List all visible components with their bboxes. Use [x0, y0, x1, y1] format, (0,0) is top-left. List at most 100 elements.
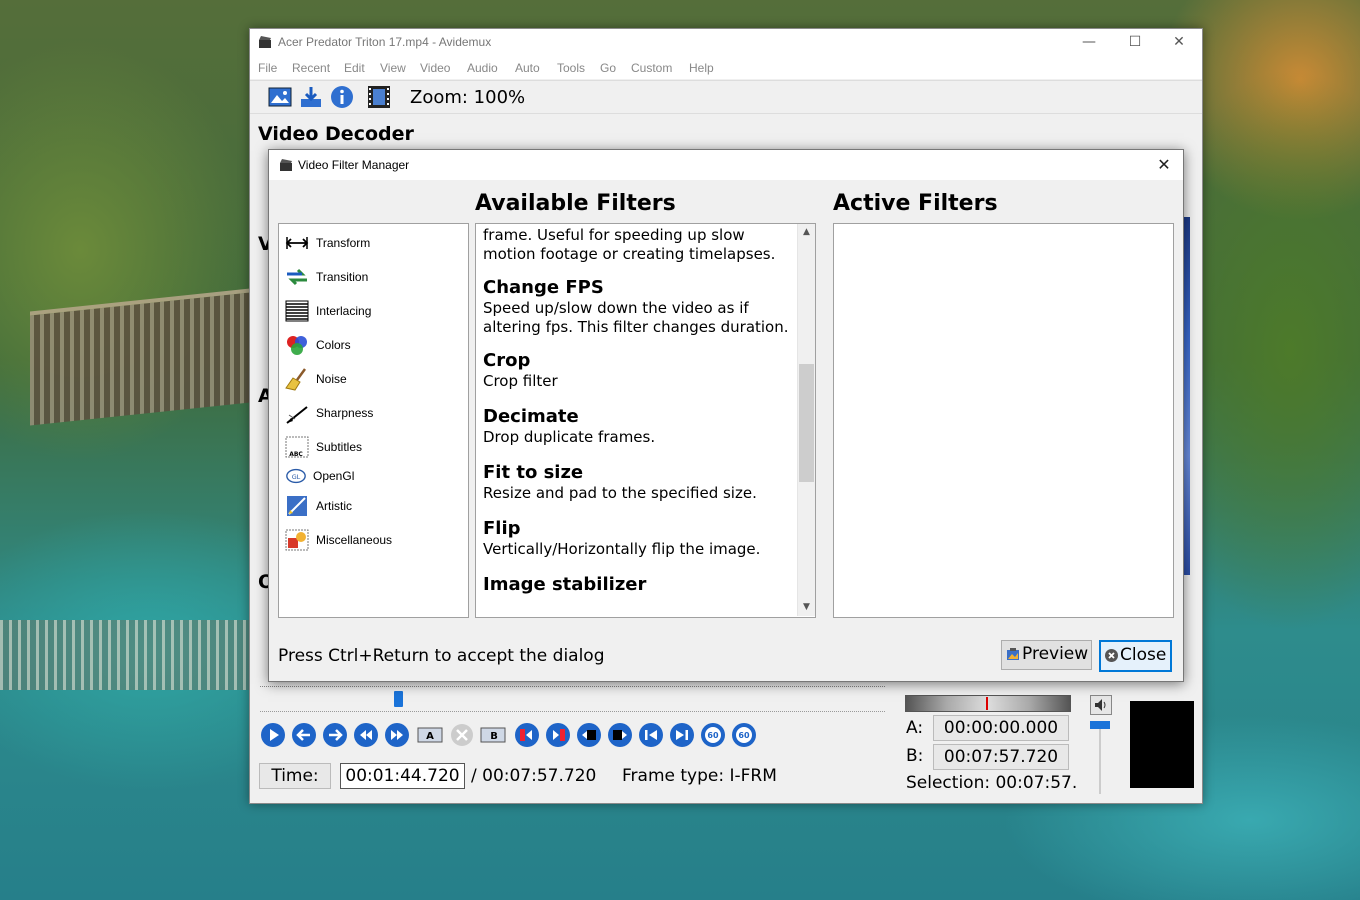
category-transition[interactable]: Transition — [285, 263, 465, 291]
filter-item-crop[interactable]: Crop Crop filter — [476, 350, 796, 391]
info-icon[interactable] — [330, 85, 354, 109]
close-circle-icon — [1105, 648, 1118, 662]
preview-button-label: Preview — [1022, 644, 1089, 664]
volume-slider-handle[interactable] — [1090, 721, 1110, 729]
goto-last-frame-icon[interactable] — [669, 722, 695, 748]
category-label: Artistic — [316, 499, 352, 513]
category-artistic[interactable]: Artistic — [285, 492, 465, 520]
filter-description: Speed up/slow down the video as if alter… — [483, 299, 789, 336]
category-label: Colors — [316, 338, 351, 352]
forward-60-seconds-icon[interactable]: 60 — [731, 722, 757, 748]
next-black-frame-icon[interactable] — [607, 722, 633, 748]
close-dialog-button[interactable]: Close — [1099, 640, 1172, 672]
open-image-icon[interactable] — [268, 85, 292, 109]
previous-frame-icon[interactable] — [291, 722, 317, 748]
next-keyframe-icon[interactable] — [384, 722, 410, 748]
previous-black-frame-icon[interactable] — [576, 722, 602, 748]
menu-bar: File Recent Edit View Video Audio Auto T… — [250, 57, 1202, 79]
clear-markers-icon[interactable] — [449, 722, 475, 748]
active-filters-list[interactable] — [833, 223, 1174, 618]
subtitles-icon: ABC — [285, 436, 309, 458]
volume-slider-track[interactable] — [1099, 729, 1101, 794]
menu-edit[interactable]: Edit — [344, 61, 365, 75]
goto-first-frame-icon[interactable] — [638, 722, 664, 748]
menu-help[interactable]: Help — [689, 61, 714, 75]
preview-button[interactable]: Preview — [1001, 640, 1092, 670]
mini-preview — [1130, 701, 1194, 788]
menu-auto[interactable]: Auto — [515, 61, 540, 75]
menu-video[interactable]: Video — [420, 61, 450, 75]
filter-item-flip[interactable]: Flip Vertically/Horizontally flip the im… — [476, 518, 796, 559]
filter-item-partial[interactable]: frame. Useful for speeding up slow motio… — [476, 224, 796, 264]
video-decoder-heading: Video Decoder — [258, 123, 414, 145]
video-filter-manager-dialog: Video Filter Manager ✕ Available Filters… — [268, 149, 1184, 682]
maximize-button[interactable]: ☐ — [1112, 29, 1158, 57]
available-filters-scroll-area: frame. Useful for speeding up slow motio… — [476, 224, 796, 616]
goto-marker-b-icon[interactable] — [545, 722, 571, 748]
filter-description: Resize and pad to the specified size. — [483, 484, 757, 502]
menu-tools[interactable]: Tools — [557, 61, 585, 75]
category-label: Sharpness — [316, 406, 374, 420]
menu-custom[interactable]: Custom — [631, 61, 672, 75]
previous-keyframe-icon[interactable] — [353, 722, 379, 748]
save-icon[interactable] — [299, 85, 323, 109]
speaker-icon[interactable] — [1090, 695, 1112, 715]
preview-icon — [1007, 648, 1019, 660]
category-label: Transition — [316, 270, 369, 284]
category-subtitles[interactable]: ABC Subtitles — [285, 433, 465, 461]
background-fence — [0, 620, 250, 690]
toolbar: Zoom: 100% — [250, 80, 1202, 114]
filter-name: Decimate — [483, 406, 579, 427]
filter-item-image-stabilizer[interactable]: Image stabilizer — [476, 574, 796, 596]
noise-icon — [285, 368, 307, 391]
seek-slider-handle[interactable] — [393, 691, 403, 707]
menu-recent[interactable]: Recent — [292, 61, 330, 75]
next-frame-icon[interactable] — [322, 722, 348, 748]
svg-text:60: 60 — [738, 731, 750, 740]
category-colors[interactable]: Colors — [285, 331, 465, 359]
available-filters-list: frame. Useful for speeding up slow motio… — [475, 223, 816, 618]
minimize-button[interactable]: — — [1066, 29, 1112, 57]
close-window-button[interactable]: ✕ — [1156, 29, 1202, 57]
filter-name: Change FPS — [483, 277, 604, 298]
play-icon[interactable] — [260, 722, 286, 748]
category-label: OpenGl — [313, 469, 355, 483]
available-filters-scrollbar[interactable]: ▲ ▼ — [797, 224, 815, 616]
scroll-up-icon[interactable]: ▲ — [798, 224, 815, 241]
category-noise[interactable]: Noise — [285, 365, 465, 393]
menu-file[interactable]: File — [258, 61, 277, 75]
category-miscellaneous[interactable]: Miscellaneous — [285, 526, 465, 554]
menu-audio[interactable]: Audio — [467, 61, 498, 75]
seek-track[interactable] — [260, 686, 885, 691]
category-sharpness[interactable]: Sharpness — [285, 399, 465, 427]
transition-icon — [287, 268, 307, 286]
filter-item-change-fps[interactable]: Change FPS Speed up/slow down the video … — [476, 277, 796, 337]
selection-duration: Selection: 00:07:57. — [906, 773, 1078, 793]
menu-view[interactable]: View — [380, 61, 406, 75]
scroll-down-icon[interactable]: ▼ — [798, 599, 815, 616]
back-60-seconds-icon[interactable]: 60 — [700, 722, 726, 748]
category-interlacing[interactable]: Interlacing — [285, 297, 465, 325]
filter-name: Flip — [483, 518, 521, 539]
set-marker-b-icon[interactable]: B — [480, 722, 506, 748]
goto-marker-a-icon[interactable] — [514, 722, 540, 748]
menu-go[interactable]: Go — [600, 61, 616, 75]
colors-icon — [287, 336, 307, 355]
filter-name: Image stabilizer — [483, 574, 647, 595]
filter-categories-list: Transform Transition Interlacing Colors … — [278, 223, 469, 618]
accept-hint: Press Ctrl+Return to accept the dialog — [278, 646, 605, 666]
interlacing-icon — [285, 300, 309, 322]
avidemux-app-icon — [259, 36, 271, 48]
artistic-icon — [287, 496, 307, 516]
scrollbar-thumb[interactable] — [799, 364, 814, 482]
category-transform[interactable]: Transform — [285, 229, 465, 257]
filter-item-decimate[interactable]: Decimate Drop duplicate frames. — [476, 406, 796, 447]
set-marker-a-icon[interactable]: A — [417, 722, 443, 748]
film-icon[interactable] — [367, 85, 391, 109]
filter-description: Vertically/Horizontally flip the image. — [483, 540, 761, 558]
miscellaneous-icon — [285, 529, 309, 551]
dialog-close-icon[interactable]: ✕ — [1151, 152, 1177, 178]
current-time-field[interactable]: 00:01:44.720 — [340, 763, 465, 789]
category-opengl[interactable]: GL OpenGl — [285, 462, 465, 490]
filter-item-fit-to-size[interactable]: Fit to size Resize and pad to the specif… — [476, 462, 796, 503]
